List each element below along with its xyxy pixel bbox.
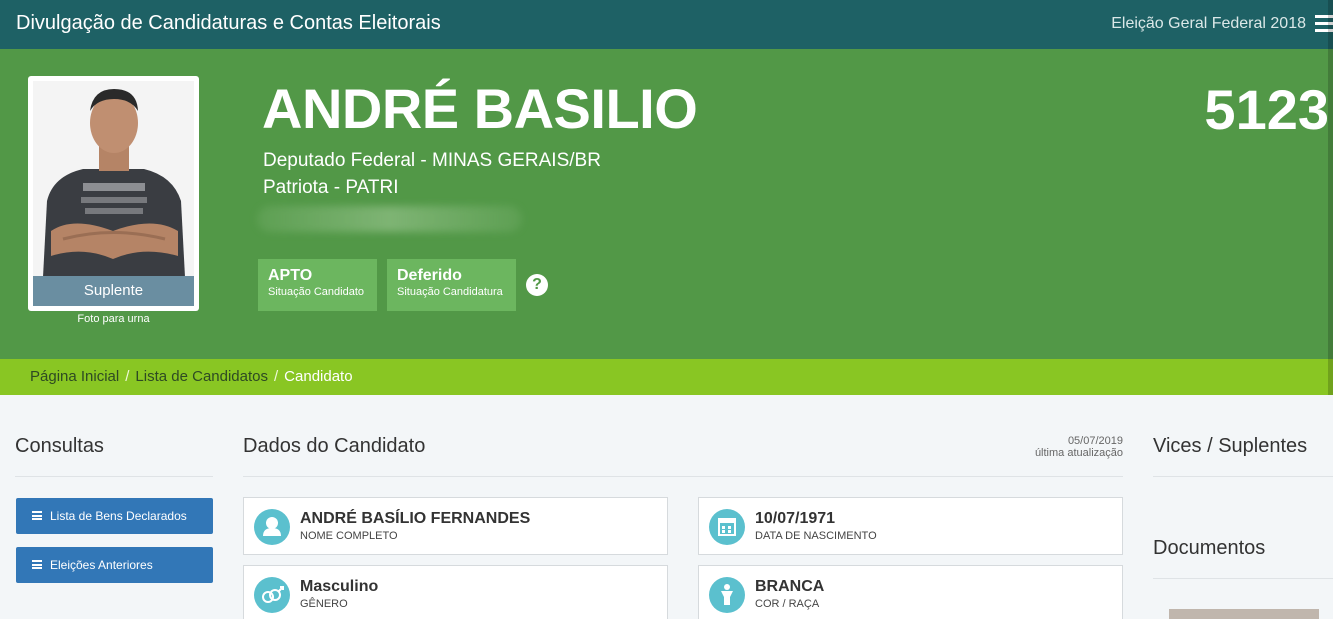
consultas-title: Consultas — [15, 435, 104, 457]
info-card-full-name: ANDRÉ BASÍLIO FERNANDES NOME COMPLETO — [243, 497, 668, 555]
candidacy-label: Situação Candidatura — [397, 286, 503, 298]
question-circle-icon[interactable]: ? — [526, 274, 548, 296]
breadcrumb: Página Inicial / Lista de Candidatos / Candi… — [0, 359, 1333, 395]
divider — [1153, 476, 1333, 477]
assets-list-button[interactable]: Lista de Bens Declarados — [16, 498, 213, 534]
previous-elections-label: Eleições Anteriores — [50, 558, 153, 572]
documents-title: Documentos — [1153, 537, 1266, 559]
divider — [15, 476, 213, 477]
vices-title: Vices / Suplentes — [1153, 435, 1308, 457]
candidate-number: 5123 — [1204, 78, 1329, 141]
candidacy-value: Deferido — [397, 267, 462, 284]
info-card-birth-date: 10/07/1971 DATA DE NASCIMENTO — [698, 497, 1123, 555]
race-label: COR / RAÇA — [755, 598, 820, 610]
info-card-gender: Masculino GÊNERO — [243, 565, 668, 619]
gender-label: GÊNERO — [300, 598, 348, 610]
status-badge-candidate: APTO Situação Candidato — [258, 259, 377, 311]
breadcrumb-separator: / — [125, 368, 130, 385]
list-icon — [32, 560, 42, 569]
photo-caption: Foto para urna — [77, 313, 150, 325]
full-name-label: NOME COMPLETO — [300, 530, 398, 542]
candidate-photo — [33, 81, 194, 277]
previous-elections-button[interactable]: Eleições Anteriores — [16, 547, 213, 583]
divider — [1153, 578, 1333, 579]
candidate-name: ANDRÉ BASILIO — [262, 77, 698, 140]
birth-date-value: 10/07/1971 — [755, 510, 836, 527]
candidate-photo-card: Suplente — [28, 76, 199, 311]
gender-icon — [254, 577, 290, 613]
full-name-value: ANDRÉ BASÍLIO FERNANDES — [300, 510, 531, 527]
last-updated-label: última atualização — [1034, 447, 1123, 459]
top-navbar: Divulgação de Candidaturas e Contas Elei… — [0, 0, 1333, 49]
candidate-header: Suplente Foto para urna ANDRÉ BASILIO De… — [0, 49, 1333, 359]
info-card-race: BRANCA COR / RAÇA — [698, 565, 1123, 619]
status-label: Situação Candidato — [268, 286, 365, 298]
gender-value: Masculino — [300, 578, 379, 595]
status-value: APTO — [268, 267, 313, 284]
candidate-party: Patriota - PATRI — [263, 177, 399, 198]
app-title[interactable]: Divulgação de Candidaturas e Contas Elei… — [16, 12, 441, 35]
photo-status-label: Suplente — [33, 276, 194, 306]
breadcrumb-home[interactable]: Página Inicial — [30, 368, 119, 385]
last-updated-date: 05/07/2019 — [1067, 435, 1123, 447]
list-icon — [32, 511, 42, 520]
status-badge-candidacy: Deferido Situação Candidatura — [387, 259, 516, 311]
election-selector[interactable]: Eleição Geral Federal 2018 — [1111, 15, 1306, 33]
breadcrumb-separator: / — [274, 368, 279, 385]
edge-strip — [1328, 0, 1333, 395]
calendar-icon — [709, 509, 745, 545]
birth-date-label: DATA DE NASCIMENTO — [755, 530, 877, 542]
user-icon — [254, 509, 290, 545]
candidate-data-title: Dados do Candidato — [243, 435, 426, 457]
document-thumbnail[interactable] — [1169, 609, 1319, 619]
divider — [243, 476, 1123, 477]
redacted-field — [257, 206, 522, 232]
last-updated: 05/07/2019 última atualização — [1035, 435, 1123, 459]
assets-list-label: Lista de Bens Declarados — [50, 509, 187, 523]
breadcrumb-current: Candidato — [284, 368, 353, 385]
race-value: BRANCA — [755, 578, 825, 595]
candidate-office: Deputado Federal - MINAS GERAIS/BR — [263, 150, 601, 171]
person-icon — [709, 577, 745, 613]
breadcrumb-candidate-list[interactable]: Lista de Candidatos — [135, 368, 268, 385]
